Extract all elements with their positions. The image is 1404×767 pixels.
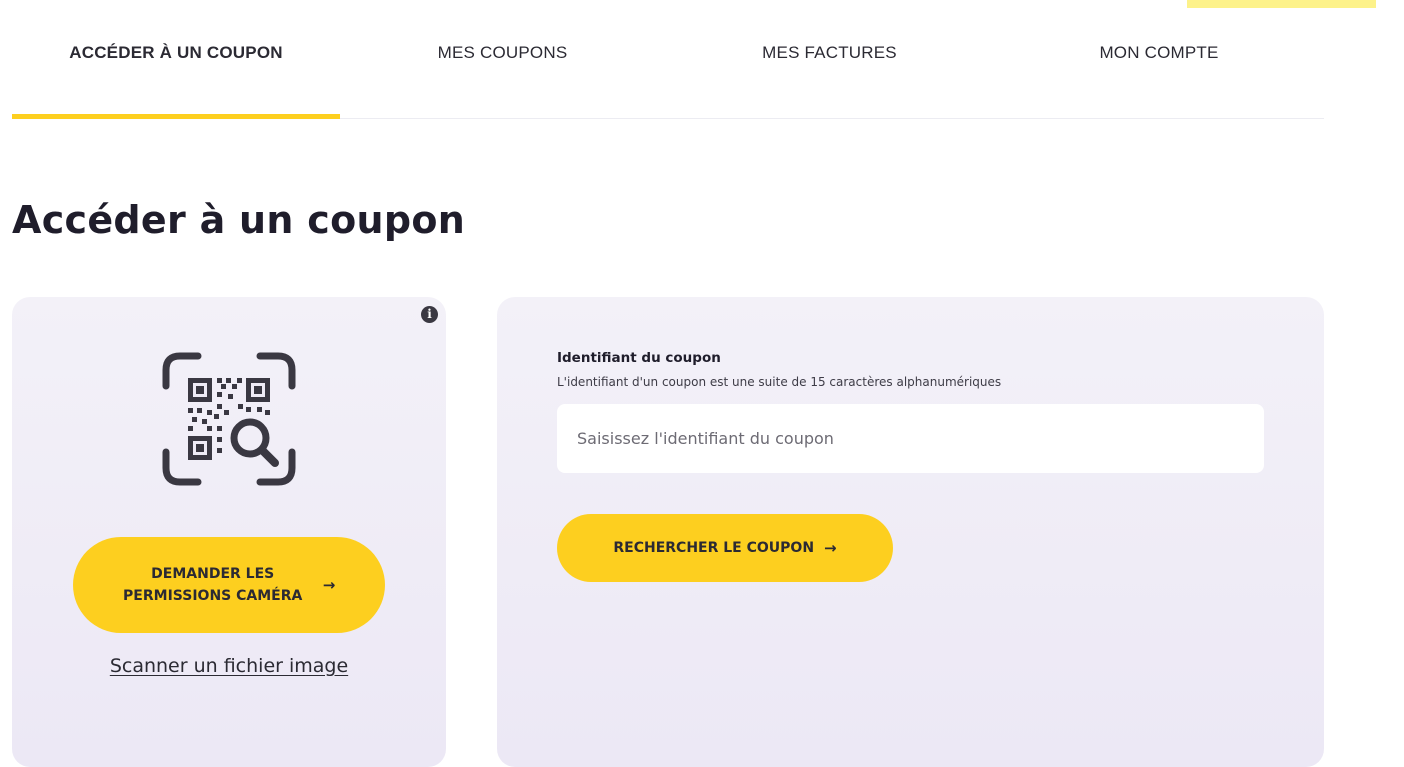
scanner-card: i DEMANDER LES PERMISSIONS CAMÉRA → Scan… xyxy=(12,297,446,767)
coupon-id-input[interactable] xyxy=(557,404,1264,473)
tab-mes-factures[interactable]: MES FACTURES xyxy=(665,40,994,118)
info-icon[interactable]: i xyxy=(421,306,438,323)
camera-permission-button[interactable]: DEMANDER LES PERMISSIONS CAMÉRA → xyxy=(73,537,385,633)
tab-mes-coupons[interactable]: MES COUPONS xyxy=(340,40,665,118)
arrow-right-icon: → xyxy=(824,539,837,557)
tab-label: MES COUPONS xyxy=(437,43,568,62)
tab-acceder-coupon[interactable]: ACCÉDER À UN COUPON xyxy=(12,40,340,119)
search-button-label: RECHERCHER LE COUPON xyxy=(613,540,815,556)
tab-label: MES FACTURES xyxy=(762,43,897,62)
search-card: Identifiant du coupon L'identifiant d'un… xyxy=(497,297,1324,767)
coupon-id-label: Identifiant du coupon xyxy=(557,350,721,366)
coupon-id-help: L'identifiant d'un coupon est une suite … xyxy=(557,375,1002,389)
scan-image-file-link[interactable]: Scanner un fichier image xyxy=(12,655,446,677)
arrow-right-icon: → xyxy=(322,576,336,594)
tab-label: MON COMPTE xyxy=(1099,43,1219,62)
camera-button-label: DEMANDER LES PERMISSIONS CAMÉRA xyxy=(123,566,303,604)
qr-scan-icon xyxy=(162,352,296,486)
tab-label: ACCÉDER À UN COUPON xyxy=(69,43,283,62)
tab-mon-compte[interactable]: MON COMPTE xyxy=(994,40,1324,118)
search-coupon-button[interactable]: RECHERCHER LE COUPON → xyxy=(557,514,893,582)
main-tabs: ACCÉDER À UN COUPON MES COUPONS MES FACT… xyxy=(12,0,1324,119)
page-title: Accéder à un coupon xyxy=(12,198,466,242)
